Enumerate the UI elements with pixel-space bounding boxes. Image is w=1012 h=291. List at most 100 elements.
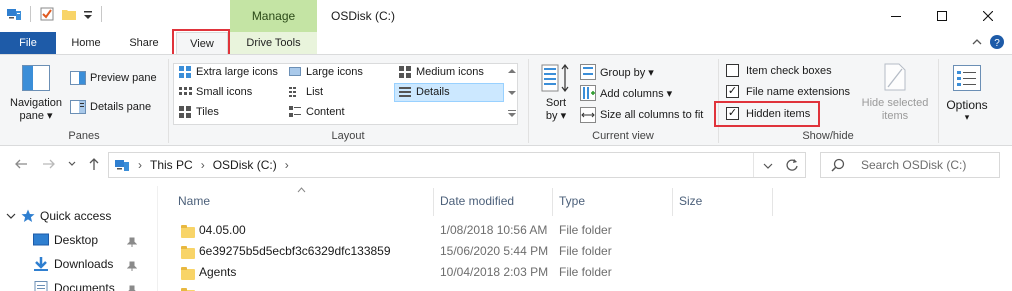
nav-item-documents[interactable]: Documents [33,281,115,291]
layout-option-label: Large icons [306,66,363,78]
tab-view[interactable]: View [176,32,228,55]
layout-small-icons[interactable]: Small icons [178,85,252,99]
group-by-button[interactable]: Group by ▾ [580,64,654,80]
help-icon[interactable]: ? [990,35,1004,49]
tab-home[interactable]: Home [60,32,112,54]
table-row[interactable]: 6e39275b5d5ecbf3c6329dfc133859 15/06/202… [170,241,1012,262]
nav-quick-access[interactable]: Quick access [6,209,111,223]
close-icon [983,11,993,21]
sort-by-button[interactable]: Sort by ▾ [536,59,576,127]
column-header-size[interactable]: Size [679,194,702,208]
collapse-ribbon-icon[interactable] [972,38,982,46]
tab-share[interactable]: Share [118,32,170,54]
table-row[interactable]: 04.05.00 1/08/2018 10:56 AM File folder [170,220,1012,241]
column-header-date-modified[interactable]: Date modified [440,194,514,208]
file-date-modified: 10/04/2018 2:03 PM [440,265,549,279]
file-name-extensions-checkbox[interactable]: ✓ File name extensions [726,85,850,98]
column-divider[interactable] [772,188,773,216]
file-name-extensions-box: ✓ [726,85,739,98]
recent-locations-button[interactable] [68,157,76,173]
layout-large-icons[interactable]: Large icons [288,65,363,79]
sort-ascending-icon [297,187,306,193]
maximize-button[interactable] [919,0,965,32]
this-pc-icon[interactable] [6,6,22,22]
search-placeholder: Search OSDisk (C:) [861,158,967,172]
address-box[interactable]: › This PC › OSDisk (C:) › [108,152,806,178]
properties-icon[interactable] [39,6,55,22]
back-button[interactable] [14,157,28,173]
layout-option-label: Small icons [196,86,253,98]
tab-file[interactable]: File [0,32,56,55]
tab-drive-tools[interactable]: Drive Tools [230,32,317,54]
file-type: File folder [559,223,612,237]
quick-access-toolbar [6,6,104,22]
file-type: File folder [559,265,612,279]
folder-icon [181,246,195,259]
refresh-icon[interactable] [785,158,799,172]
layout-gallery-scroll[interactable] [507,64,517,124]
medium-icons-icon [399,66,411,78]
add-columns-icon [580,85,596,101]
size-all-columns-button[interactable]: Size all columns to fit [580,107,703,123]
hidden-items-label: Hidden items [746,107,811,120]
table-row[interactable] [170,283,1012,291]
sort-by-label: Sort [545,97,567,109]
address-history-chevron-icon[interactable] [763,162,773,170]
details-pane-button[interactable]: Details pane [70,100,151,114]
toolbar-divider [30,6,31,22]
scroll-down-icon [508,91,516,95]
preview-pane-label: Preview pane [90,72,157,84]
column-header-type[interactable]: Type [559,194,585,208]
nav-item-downloads[interactable]: Downloads [33,257,113,271]
file-type: File folder [559,244,612,258]
ribbon-tabs: File Home Share View Drive Tools ? [0,32,1012,55]
minimize-button[interactable] [873,0,919,32]
details-pane-icon [70,100,86,114]
item-check-boxes-checkbox[interactable]: Item check boxes [726,64,832,77]
column-divider[interactable] [552,188,553,216]
tab-manage[interactable]: Manage [230,0,317,32]
group-divider [938,59,939,143]
forward-button[interactable] [42,157,56,173]
up-button[interactable] [88,157,100,174]
gallery-more-icon [508,110,516,117]
add-columns-button[interactable]: Add columns ▾ [580,85,672,101]
layout-tiles[interactable]: Tiles [178,105,219,119]
forward-arrow-icon [43,159,55,169]
hide-selected-items-label: Hide selected [861,97,929,109]
layout-content[interactable]: Content [288,105,345,119]
breadcrumb-this-pc[interactable]: This PC [150,158,193,172]
large-icons-icon [289,67,301,76]
layout-group-label: Layout [331,130,365,142]
layout-extra-large-icons[interactable]: Extra large icons [178,65,278,79]
customize-toolbar-icon[interactable] [83,6,93,22]
breadcrumb-separator: › [200,158,205,172]
documents-icon [34,281,48,291]
this-pc-icon [115,160,129,171]
column-header-name[interactable]: Name [178,194,210,208]
table-row[interactable]: Agents 10/04/2018 2:03 PM File folder [170,262,1012,283]
nav-item-desktop[interactable]: Desktop [33,233,98,247]
maximize-icon [937,11,947,21]
hide-selected-items-button[interactable]: Hide selected items [858,59,932,127]
hidden-items-checkbox[interactable]: ✓ Hidden items [726,107,810,120]
breadcrumb-osdisk[interactable]: OSDisk (C:) [213,158,277,172]
search-box[interactable]: Search OSDisk (C:) [820,152,1000,178]
column-divider[interactable] [672,188,673,216]
layout-details[interactable]: Details [398,85,450,99]
current-view-group-label: Current view [592,130,654,142]
new-folder-icon[interactable] [61,6,77,22]
column-divider[interactable] [433,188,434,216]
item-check-boxes-box [726,64,739,77]
preview-pane-button[interactable]: Preview pane [70,71,157,85]
sort-by-label-2: by ▾ [545,110,567,122]
extra-large-icons-icon [179,66,191,78]
options-button[interactable]: Options ▾ [942,59,992,127]
options-icon [953,65,981,91]
address-divider [753,153,754,177]
navigation-pane-button[interactable]: Navigation pane ▾ [8,59,64,127]
close-button[interactable] [965,0,1011,32]
layout-list[interactable]: List [288,85,323,99]
file-date-modified: 1/08/2018 10:56 AM [440,223,548,237]
layout-medium-icons[interactable]: Medium icons [398,65,484,79]
